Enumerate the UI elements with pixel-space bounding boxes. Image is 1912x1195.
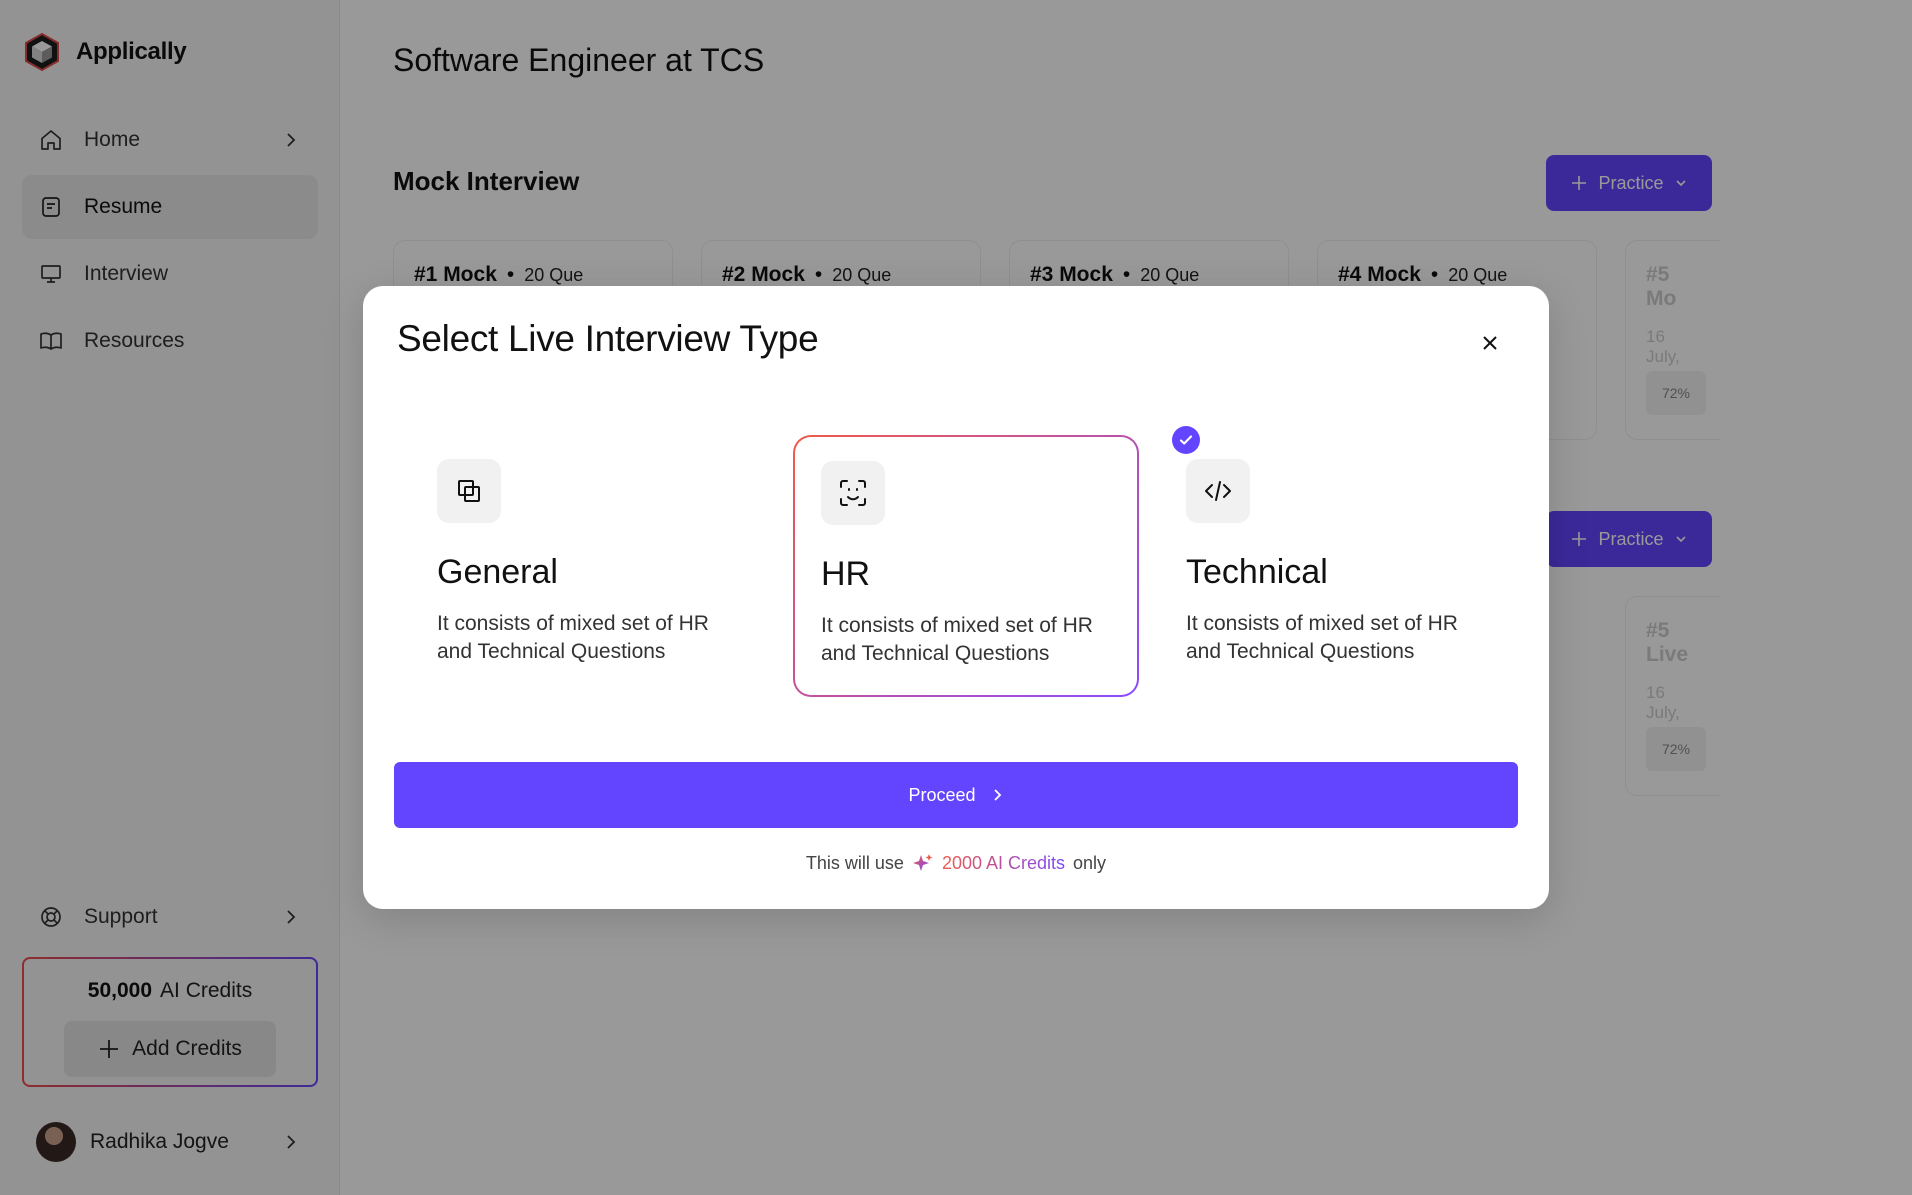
close-icon — [1483, 336, 1497, 350]
proceed-label: Proceed — [908, 784, 976, 805]
option-description: It consists of mixed set of HR and Techn… — [821, 614, 1093, 665]
note-suffix: only — [1073, 852, 1107, 873]
overlap-squares-icon — [437, 459, 501, 523]
note-amount: 2000 AI Credits — [941, 852, 1066, 873]
option-general[interactable]: General It consists of mixed set of HR a… — [411, 435, 757, 697]
face-scan-icon — [821, 461, 885, 525]
close-button[interactable] — [1477, 330, 1503, 356]
proceed-button[interactable]: Proceed — [394, 762, 1518, 828]
note-prefix: This will use — [805, 852, 904, 873]
chevron-right-icon — [993, 789, 1001, 801]
modal-title: Select Live Interview Type — [397, 318, 819, 359]
option-description: It consists of mixed set of HR and Techn… — [437, 612, 709, 663]
credit-usage-note: This will use 2000 AI Credits only — [363, 852, 1549, 874]
interview-type-modal: Select Live Interview Type General It co… — [363, 286, 1549, 909]
option-title: General — [437, 553, 558, 591]
option-technical[interactable]: Technical It consists of mixed set of HR… — [1160, 435, 1506, 697]
option-title: Technical — [1186, 553, 1328, 591]
option-title: HR — [821, 555, 871, 593]
code-icon — [1186, 459, 1250, 523]
option-description: It consists of mixed set of HR and Techn… — [1186, 612, 1458, 663]
option-hr[interactable]: HR It consists of mixed set of HR and Te… — [793, 435, 1139, 697]
sparkle-icon — [912, 854, 933, 871]
